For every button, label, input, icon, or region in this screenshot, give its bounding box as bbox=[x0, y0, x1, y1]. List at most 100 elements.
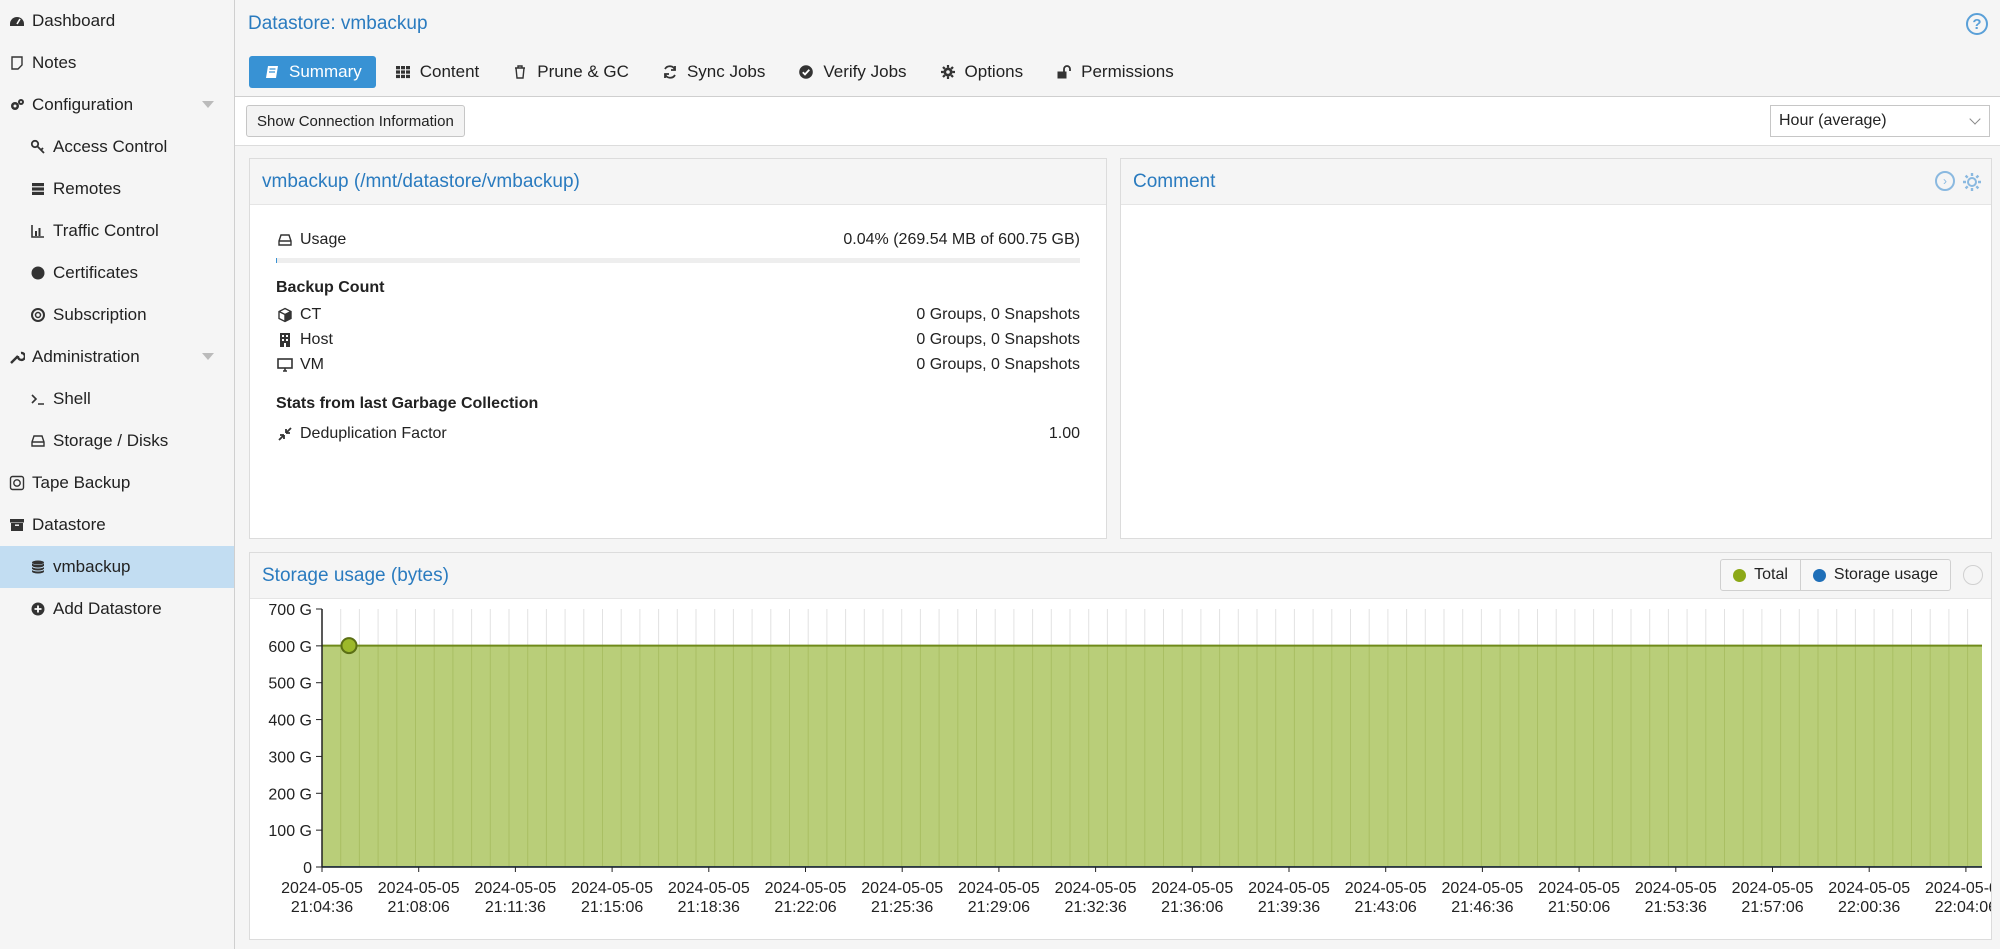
lifebuoy-icon bbox=[29, 306, 47, 324]
compress-icon bbox=[276, 425, 294, 443]
sidebar-item-shell[interactable]: Shell bbox=[0, 378, 234, 420]
book-icon bbox=[263, 63, 281, 81]
backup-count-row-vm: VM 0 Groups, 0 Snapshots bbox=[276, 354, 1080, 376]
sidebar-item-label: Subscription bbox=[53, 305, 147, 324]
building-icon bbox=[276, 331, 294, 349]
expand-caret-icon[interactable] bbox=[202, 353, 214, 360]
usage-row: Usage 0.04% (269.54 MB of 600.75 GB) bbox=[276, 229, 1080, 251]
sidebar-item-datastore[interactable]: Datastore bbox=[0, 504, 234, 546]
sidebar-item-subscription[interactable]: Subscription bbox=[0, 294, 234, 336]
x-tick-date-label: 2024-05-05 bbox=[1055, 880, 1137, 897]
archive-icon bbox=[8, 516, 26, 534]
legend-dot bbox=[1812, 568, 1826, 582]
summary-panel-title: vmbackup (/mnt/datastore/vmbackup) bbox=[262, 171, 580, 192]
x-tick-date-label: 2024-05-05 bbox=[1732, 880, 1814, 897]
sidebar-item-tape-backup[interactable]: Tape Backup bbox=[0, 462, 234, 504]
sidebar-item-remotes[interactable]: Remotes bbox=[0, 168, 234, 210]
x-tick-time-label: 21:50:06 bbox=[1548, 899, 1610, 916]
y-tick-label: 100 G bbox=[268, 823, 312, 840]
sidebar-item-configuration[interactable]: Configuration bbox=[0, 84, 234, 126]
legend-item-total[interactable]: Total bbox=[1721, 560, 1801, 590]
dedup-value: 1.00 bbox=[1048, 425, 1080, 442]
y-tick-label: 0 bbox=[303, 860, 312, 877]
tab-permissions[interactable]: Permissions bbox=[1041, 56, 1188, 88]
legend-label: Total bbox=[1754, 566, 1788, 583]
sidebar-item-dashboard[interactable]: Dashboard bbox=[0, 0, 234, 42]
sidebar-item-access-control[interactable]: Access Control bbox=[0, 126, 234, 168]
sidebar-item-label: Certificates bbox=[53, 263, 139, 282]
usage-progress-bar bbox=[276, 258, 1080, 263]
sidebar-item-administration[interactable]: Administration bbox=[0, 336, 234, 378]
x-tick-time-label: 21:43:06 bbox=[1355, 899, 1417, 916]
sidebar-item-label: Access Control bbox=[53, 137, 168, 156]
x-tick-date-label: 2024-05-05 bbox=[1441, 880, 1523, 897]
x-tick-date-label: 2024-05-05 bbox=[1345, 880, 1427, 897]
x-tick-date-label: 2024-05-05 bbox=[281, 880, 363, 897]
tab-prune-gc[interactable]: Prune & GC bbox=[497, 56, 643, 88]
storage-usage-panel-header: Storage usage (bytes) Total Storage usage bbox=[250, 553, 1991, 599]
gear-icon bbox=[939, 63, 957, 81]
x-tick-time-label: 21:22:06 bbox=[774, 899, 836, 916]
usage-value: 0.04% (269.54 MB of 600.75 GB) bbox=[843, 231, 1080, 248]
wrench-icon bbox=[8, 348, 26, 366]
x-tick-date-label: 2024-05-05 bbox=[1635, 880, 1717, 897]
sidebar-item-label: Remotes bbox=[53, 179, 122, 198]
collapse-icon[interactable] bbox=[1963, 565, 1983, 585]
server-icon bbox=[29, 180, 47, 198]
help-icon[interactable]: ? bbox=[1966, 13, 1988, 35]
dedup-row: Deduplication Factor 1.00 bbox=[276, 423, 1080, 445]
x-tick-date-label: 2024-05-05 bbox=[378, 880, 460, 897]
backup-count-value: 0 Groups, 0 Snapshots bbox=[916, 331, 1080, 348]
usage-label: Usage bbox=[300, 231, 347, 248]
x-tick-time-label: 21:36:06 bbox=[1161, 899, 1223, 916]
sidebar-item-label: Dashboard bbox=[32, 11, 116, 30]
traffic-chart-icon bbox=[29, 222, 47, 240]
expand-caret-icon[interactable] bbox=[202, 101, 214, 108]
tab-bar: Summary Content Prune & GC Sync Jobs Verify … bbox=[249, 56, 1192, 88]
y-tick-label: 700 G bbox=[268, 602, 312, 619]
tape-icon bbox=[8, 474, 26, 492]
sidebar-item-label: Administration bbox=[32, 347, 140, 366]
backup-count-label: CT bbox=[300, 306, 322, 323]
gc-stats-heading: Stats from last Garbage Collection bbox=[276, 395, 539, 412]
sidebar-item-vmbackup[interactable]: vmbackup bbox=[0, 546, 234, 588]
sidebar-item-traffic-control[interactable]: Traffic Control bbox=[0, 210, 234, 252]
sidebar-item-add-datastore[interactable]: Add Datastore bbox=[0, 588, 234, 630]
gear-icon[interactable] bbox=[1961, 171, 1983, 193]
tab-options[interactable]: Options bbox=[925, 56, 1038, 88]
tab-verify-jobs[interactable]: Verify Jobs bbox=[783, 56, 920, 88]
timeframe-select[interactable]: Hour (average) bbox=[1770, 105, 1990, 137]
backup-count-label: VM bbox=[300, 356, 324, 373]
summary-panel-header: vmbackup (/mnt/datastore/vmbackup) bbox=[250, 159, 1106, 205]
backup-count-row-ct: CT 0 Groups, 0 Snapshots bbox=[276, 304, 1080, 326]
sidebar-item-certificates[interactable]: Certificates bbox=[0, 252, 234, 294]
sidebar-item-storage-disks[interactable]: Storage / Disks bbox=[0, 420, 234, 462]
legend-dot bbox=[1733, 568, 1747, 582]
tab-label: Options bbox=[964, 62, 1024, 81]
chevron-right-icon[interactable]: › bbox=[1935, 171, 1955, 191]
y-tick-label: 400 G bbox=[268, 713, 312, 730]
tab-summary[interactable]: Summary bbox=[249, 56, 376, 88]
tab-sync-jobs[interactable]: Sync Jobs bbox=[647, 56, 779, 88]
x-tick-time-label: 21:04:36 bbox=[291, 899, 353, 916]
show-connection-info-button[interactable]: Show Connection Information bbox=[246, 105, 465, 137]
sidebar: Dashboard Notes Configuration Access Contro… bbox=[0, 0, 235, 949]
check-circle-icon bbox=[797, 63, 815, 81]
sidebar-item-label: Storage / Disks bbox=[53, 431, 169, 450]
terminal-icon bbox=[29, 390, 47, 408]
tab-content[interactable]: Content bbox=[380, 56, 494, 88]
x-tick-date-label: 2024-05-05 bbox=[474, 880, 556, 897]
storage-usage-panel: Storage usage (bytes) Total Storage usage… bbox=[249, 552, 1992, 940]
content-area: vmbackup (/mnt/datastore/vmbackup) Usage… bbox=[235, 146, 2000, 949]
desktop-icon bbox=[276, 356, 294, 374]
backup-count-row-host: Host 0 Groups, 0 Snapshots bbox=[276, 329, 1080, 351]
tab-label: Content bbox=[419, 62, 480, 81]
sidebar-item-notes[interactable]: Notes bbox=[0, 42, 234, 84]
comment-panel-title: Comment bbox=[1133, 171, 1216, 192]
comment-panel: Comment › bbox=[1120, 158, 1992, 539]
timeframe-value: Hour (average) bbox=[1779, 112, 1887, 129]
legend-item-storage-usage[interactable]: Storage usage bbox=[1801, 560, 1950, 590]
x-tick-date-label: 2024-05-05 bbox=[765, 880, 847, 897]
toolbar: Show Connection Information Hour (averag… bbox=[235, 97, 2000, 146]
cube-icon bbox=[276, 306, 294, 324]
